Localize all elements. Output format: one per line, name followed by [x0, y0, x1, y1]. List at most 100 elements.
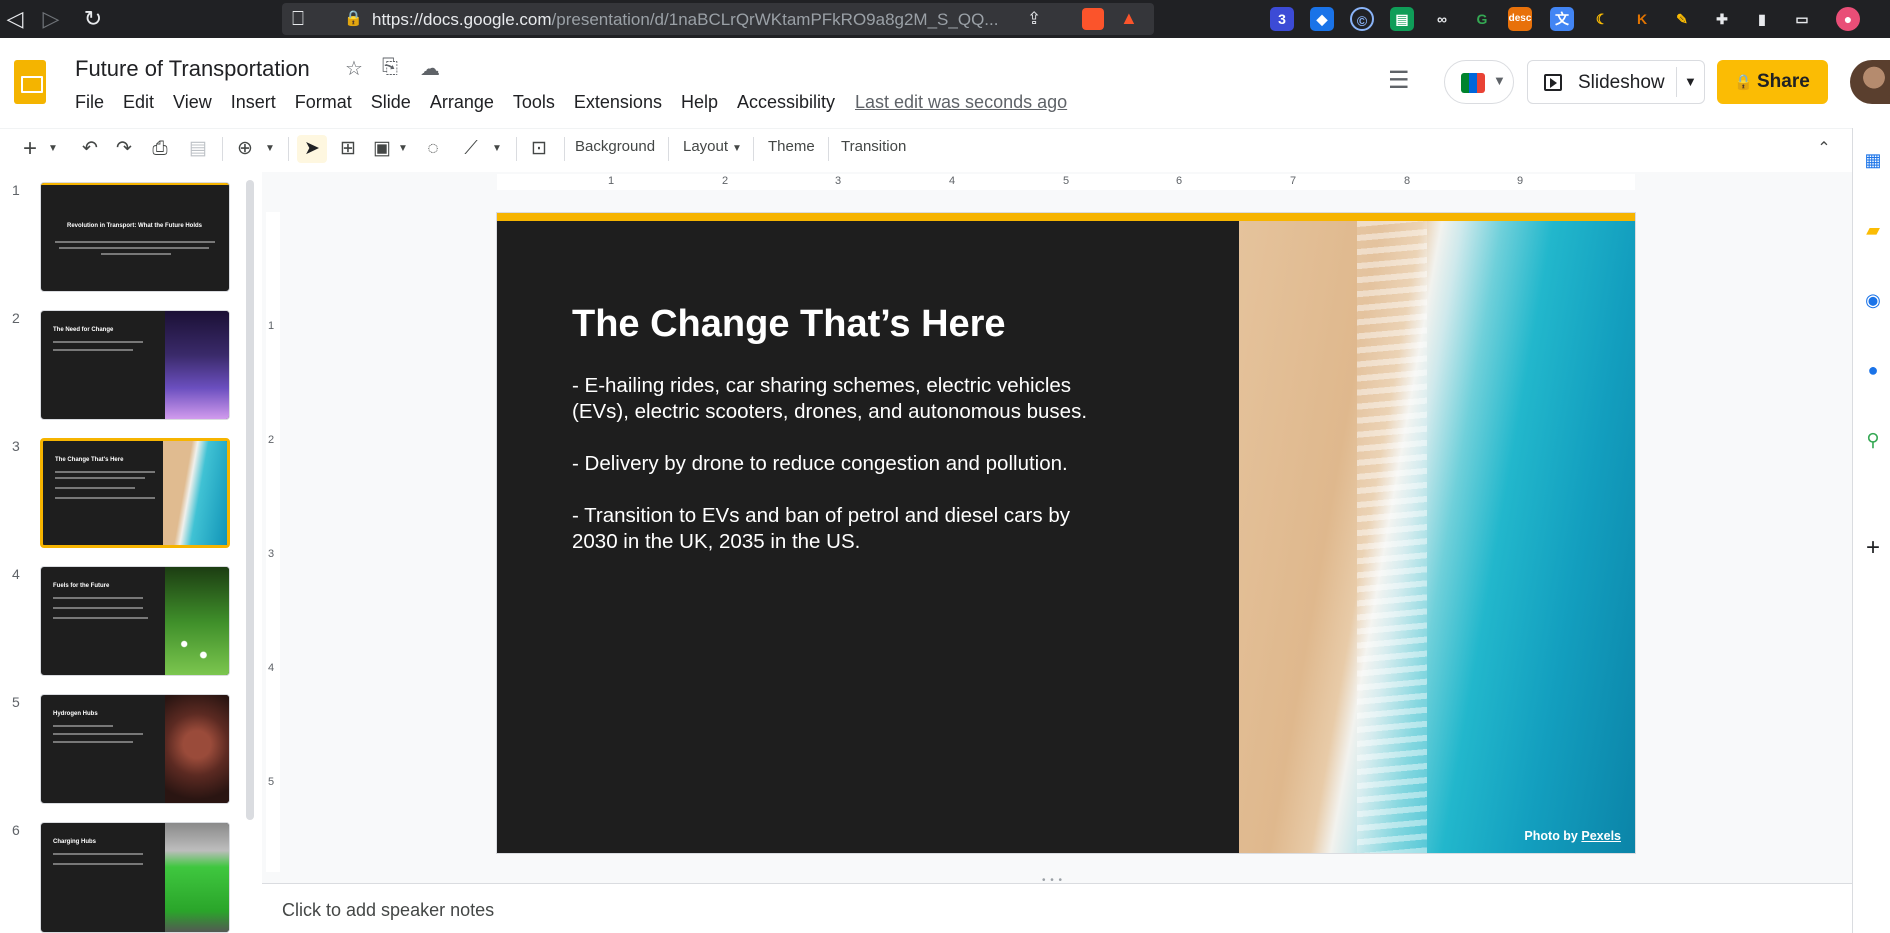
new-slide-icon[interactable]: + [18, 135, 42, 163]
transition-button[interactable]: Transition [841, 138, 906, 155]
bookmark-icon[interactable]: ⎕ [292, 8, 304, 31]
zoom-chevron-icon[interactable]: ▼ [263, 135, 277, 163]
forward-icon[interactable]: ▷ [36, 4, 66, 34]
extension-sheet-icon[interactable]: ▤ [1390, 7, 1414, 31]
star-icon[interactable]: ☆ [345, 56, 363, 81]
pexels-link[interactable]: Pexels [1581, 829, 1621, 843]
extension-copyright-icon[interactable]: © [1350, 7, 1374, 31]
redo-icon[interactable]: ↷ [112, 135, 136, 163]
menu-file[interactable]: File [75, 92, 104, 113]
new-slide-layout-chevron-icon[interactable]: ▼ [46, 135, 60, 163]
slide-thumbnail-3[interactable]: The Change That's Here [40, 438, 230, 548]
document-title[interactable]: Future of Transportation [75, 56, 310, 82]
brave-shield-icon[interactable] [1082, 8, 1104, 30]
beach-aerial-photo[interactable]: Photo by Pexels [1239, 221, 1635, 853]
ruler-mark: 1 [608, 175, 615, 187]
line-chevron-icon[interactable]: ▼ [490, 135, 504, 163]
account-avatar[interactable] [1850, 60, 1890, 104]
menu-accessibility[interactable]: Accessibility [737, 92, 835, 113]
layout-chevron-icon[interactable]: ▼ [730, 135, 744, 163]
share-page-icon[interactable]: ⇪ [1027, 9, 1041, 29]
reload-icon[interactable]: ↻ [78, 4, 108, 34]
back-icon[interactable]: ◁ [0, 4, 30, 34]
keep-icon[interactable]: ▰ [1861, 218, 1885, 242]
editing-toolbar: + ▼ ↶ ↷ ⎙ ▤ ⊕ ▼ ➤ ⊞ ▣ ▼ ◌ ⟋ ▼ ⊡ Backgrou… [0, 128, 1852, 168]
maps-icon[interactable]: ⚲ [1861, 428, 1885, 452]
sidebar-toggle-icon[interactable]: ▮ [1750, 7, 1774, 31]
vertical-ruler: 1 2 3 4 5 [266, 212, 280, 872]
menu-format[interactable]: Format [295, 92, 352, 113]
slide-body-text[interactable]: - E-hailing rides, car sharing schemes, … [572, 373, 1102, 581]
extension-k-icon[interactable]: K [1630, 7, 1654, 31]
brave-rewards-icon[interactable]: ▲ [1120, 8, 1138, 29]
meet-button[interactable]: ▼ [1444, 60, 1514, 104]
slideshow-button[interactable]: Slideshow ▼ [1527, 60, 1705, 104]
slide-thumbnail-1[interactable]: Revolution in Transport: What the Future… [40, 182, 230, 292]
menu-edit[interactable]: Edit [123, 92, 154, 113]
layout-button[interactable]: Layout [683, 138, 728, 155]
background-button[interactable]: Background [575, 138, 655, 155]
tasks-icon[interactable]: ◉ [1861, 288, 1885, 312]
slide-thumbnail-5[interactable]: Hydrogen Hubs [40, 694, 230, 804]
extension-glasses-icon[interactable]: ∞ [1430, 7, 1454, 31]
extension-shield-icon[interactable]: ◆ [1310, 7, 1334, 31]
notes-resize-handle[interactable]: • • • [262, 872, 1852, 886]
zoom-icon[interactable]: ⊕ [233, 135, 257, 163]
slideshow-label: Slideshow [1578, 72, 1665, 93]
lock-icon[interactable]: 🔒 [344, 9, 363, 27]
extension-moon-icon[interactable]: ☾ [1590, 7, 1614, 31]
last-edit-link[interactable]: Last edit was seconds ago [855, 92, 1067, 113]
slide-thumbnail-6[interactable]: Charging Hubs [40, 822, 230, 933]
url-path: /presentation/d/1naBCLrQrWKtamPFkRO9a8g2… [551, 10, 999, 29]
extension-brush-icon[interactable]: ✎ [1670, 7, 1694, 31]
add-comment-icon[interactable]: ⊡ [526, 135, 552, 163]
cloud-status-icon[interactable]: ☁ [420, 56, 440, 81]
calendar-icon[interactable]: ▦ [1861, 148, 1885, 172]
move-folder-icon[interactable]: ⎘ [382, 56, 398, 79]
slide-title[interactable]: The Change That’s Here [572, 303, 1006, 346]
extension-badge-icon[interactable]: 3 [1270, 7, 1294, 31]
menu-view[interactable]: View [173, 92, 212, 113]
image-icon[interactable]: ▣ [370, 135, 394, 163]
extension-translate-icon[interactable]: 文 [1550, 7, 1574, 31]
url-text[interactable]: https://docs.google.com/presentation/d/1… [372, 10, 998, 30]
thumb-text-line [53, 341, 143, 343]
collapse-menus-icon[interactable]: ⌃ [1812, 135, 1836, 163]
paint-format-icon[interactable]: ▤ [186, 135, 210, 163]
contacts-icon[interactable]: ● [1861, 358, 1885, 382]
share-button[interactable]: 🔒 Share [1717, 60, 1828, 104]
text-box-icon[interactable]: ⊞ [335, 135, 361, 163]
extensions-puzzle-icon[interactable]: ✚ [1710, 7, 1734, 31]
menu-arrange[interactable]: Arrange [430, 92, 494, 113]
extension-grammarly-icon[interactable]: G [1470, 7, 1494, 31]
toolbar-divider [288, 137, 289, 161]
print-icon[interactable]: ⎙ [148, 135, 172, 163]
slide-thumbnail-2[interactable]: The Need for Change [40, 310, 230, 420]
thumb-beach-image [163, 441, 227, 545]
shape-icon[interactable]: ◌ [420, 135, 446, 163]
thumb-title: Revolution in Transport: What the Future… [67, 223, 202, 229]
address-bar[interactable]: ⎕ 🔒 https://docs.google.com/presentation… [282, 3, 1154, 35]
get-addons-icon[interactable]: + [1861, 536, 1885, 560]
current-slide[interactable]: The Change That’s Here - E-hailing rides… [497, 213, 1635, 853]
theme-button[interactable]: Theme [768, 138, 815, 155]
speaker-notes-field[interactable]: Click to add speaker notes [282, 900, 494, 921]
filmstrip-scrollbar[interactable] [246, 180, 254, 820]
profile-icon[interactable]: ● [1836, 7, 1860, 31]
photo-credit-prefix: Photo by [1524, 829, 1582, 843]
slides-logo-icon[interactable] [14, 60, 46, 104]
slideshow-options-chevron-icon[interactable]: ▼ [1684, 74, 1697, 89]
image-chevron-icon[interactable]: ▼ [396, 135, 410, 163]
comments-icon[interactable]: ☰ [1388, 66, 1410, 95]
wallet-icon[interactable]: ▭ [1790, 7, 1814, 31]
undo-icon[interactable]: ↶ [78, 135, 102, 163]
select-cursor-icon[interactable]: ➤ [297, 135, 327, 163]
extension-desc-icon[interactable]: desc [1508, 7, 1532, 31]
line-icon[interactable]: ⟋ [458, 135, 484, 163]
menu-extensions[interactable]: Extensions [574, 92, 662, 113]
menu-slide[interactable]: Slide [371, 92, 411, 113]
menu-insert[interactable]: Insert [231, 92, 276, 113]
menu-tools[interactable]: Tools [513, 92, 555, 113]
slide-thumbnail-4[interactable]: Fuels for the Future [40, 566, 230, 676]
menu-help[interactable]: Help [681, 92, 718, 113]
